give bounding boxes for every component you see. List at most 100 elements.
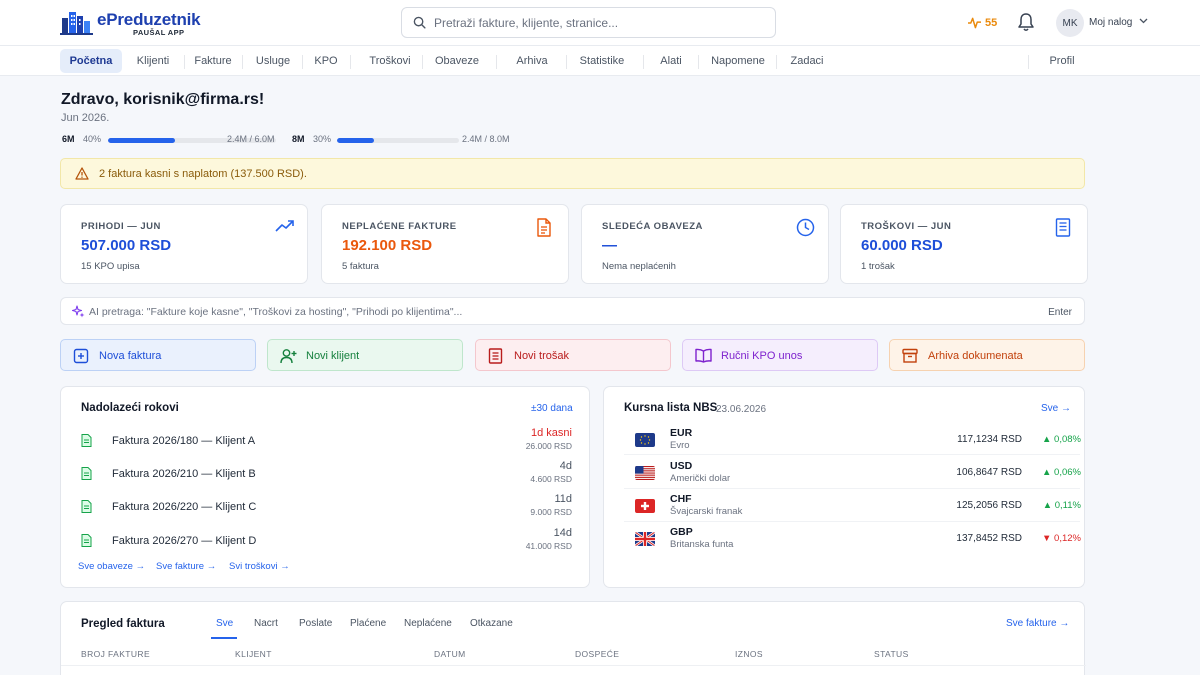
global-search[interactable] xyxy=(401,7,776,38)
ai-search-bar[interactable]: AI pretraga: "Fakture koje kasne", "Troš… xyxy=(60,297,1085,325)
filter-nacrt[interactable]: Nacrt xyxy=(254,618,278,629)
tab-pocetna[interactable]: Početna xyxy=(60,49,122,73)
avatar[interactable]: MK xyxy=(1056,9,1084,37)
pulse-count: 55 xyxy=(985,17,998,29)
deadline-row[interactable]: Faktura 2026/220 — Klijent C 11d 9.000 R… xyxy=(61,493,589,531)
logo-buildings-icon xyxy=(60,12,93,35)
filter-poslate[interactable]: Poslate xyxy=(299,618,332,629)
deadline-label: Faktura 2026/210 — Klijent B xyxy=(112,468,256,480)
limit-6m: 6M 40% 2.4M / 6.0M xyxy=(62,134,292,146)
card-expenses[interactable]: TROŠKOVI — JUN 60.000 RSD 1 trošak xyxy=(840,204,1088,284)
column-header-invoice-number[interactable]: BROJ FAKTURE xyxy=(81,649,150,659)
filter-neplacene[interactable]: Neplaćene xyxy=(404,618,452,629)
deadline-amount: 41.000 RSD xyxy=(525,541,572,551)
limit-progress-fill xyxy=(337,138,374,143)
invoice-document-icon xyxy=(81,500,92,513)
tab-troskovi[interactable]: Troškovi xyxy=(364,49,416,73)
card-title: TROŠKOVI — JUN xyxy=(861,221,952,232)
book-icon xyxy=(695,348,712,363)
add-client-button[interactable]: Novi klijent xyxy=(267,339,463,371)
limit-amount: 2.4M / 6.0M xyxy=(227,134,275,144)
deadline-row[interactable]: Faktura 2026/180 — Klijent A 1d kasni 26… xyxy=(61,427,589,465)
tab-arhiva[interactable]: Arhiva xyxy=(512,49,552,73)
all-rates-link[interactable]: Sve → xyxy=(1041,403,1071,414)
column-header-status[interactable]: STATUS xyxy=(874,649,909,659)
deadline-days: 4d xyxy=(559,460,572,472)
deadline-row[interactable]: Faktura 2026/210 — Klijent B 4d 4.600 RS… xyxy=(61,460,589,498)
column-header-client[interactable]: KLIJENT xyxy=(235,649,272,659)
column-header-amount[interactable]: IZNOS xyxy=(735,649,763,659)
account-menu-label[interactable]: Moj nalog xyxy=(1089,17,1132,28)
currency-rate: 137,8452 RSD xyxy=(956,533,1022,544)
deadline-label: Faktura 2026/270 — Klijent D xyxy=(112,535,257,547)
manual-kpo-button[interactable]: Ručni KPO unos xyxy=(682,339,878,371)
nav-divider xyxy=(496,55,497,69)
card-subtitle: 15 KPO upisa xyxy=(81,261,140,272)
search-input[interactable] xyxy=(434,8,764,37)
action-label: Arhiva dokumenata xyxy=(928,350,1023,362)
notifications-bell-icon[interactable] xyxy=(1017,12,1035,32)
pulse-icon xyxy=(968,17,981,29)
filter-otkazane[interactable]: Otkazane xyxy=(470,618,513,629)
deadlines-range-filter[interactable]: ±30 dana xyxy=(531,403,573,414)
app-logo[interactable]: ePreduzetnik PAUŠAL APP xyxy=(60,8,201,38)
tab-profil[interactable]: Profil xyxy=(1044,49,1080,73)
all-invoices-link[interactable]: Sve fakture → xyxy=(156,561,216,572)
exchange-rates-panel: Kursna lista NBS 23.06.2026 Sve → EUR Ev… xyxy=(603,386,1085,588)
action-label: Novi klijent xyxy=(306,350,360,362)
rate-change: ▲ 0,06% xyxy=(1042,467,1081,478)
brand-subtitle: PAUŠAL APP xyxy=(133,28,185,37)
card-title: PRIHODI — JUN xyxy=(81,221,161,232)
limit-amount: 2.4M / 8.0M xyxy=(462,134,510,144)
column-header-date[interactable]: DATUM xyxy=(434,649,466,659)
activity-pulse[interactable]: 55 xyxy=(968,14,997,32)
tab-statistike[interactable]: Statistike xyxy=(578,49,626,73)
row-divider xyxy=(624,488,1080,489)
document-archive-button[interactable]: Arhiva dokumenata xyxy=(889,339,1085,371)
card-next-obligation[interactable]: SLEDEĆA OBAVEZA — Nema neplaćenih xyxy=(581,204,829,284)
tab-alati[interactable]: Alati xyxy=(656,49,686,73)
page-title: Zdravo, korisnik@firma.rs! xyxy=(61,91,265,108)
tab-fakture[interactable]: Fakture xyxy=(192,49,234,73)
currency-rate: 125,2056 RSD xyxy=(956,500,1022,511)
tab-usluge[interactable]: Usluge xyxy=(252,49,294,73)
ai-search-placeholder: AI pretraga: "Fakture koje kasne", "Troš… xyxy=(89,306,463,318)
chevron-down-icon[interactable] xyxy=(1139,18,1148,24)
deadline-row[interactable]: Faktura 2026/270 — Klijent D 14d 41.000 … xyxy=(61,527,589,565)
tab-napomene[interactable]: Napomene xyxy=(710,49,766,73)
action-label: Novi trošak xyxy=(514,350,570,362)
trending-up-icon xyxy=(275,220,294,232)
panel-title: Nadolazeći rokovi xyxy=(81,402,179,414)
tab-kpo[interactable]: KPO xyxy=(310,49,342,73)
all-invoices-link[interactable]: Sve fakture → xyxy=(1006,618,1069,629)
new-expense-button[interactable]: Novi trošak xyxy=(475,339,671,371)
new-invoice-button[interactable]: Nova faktura xyxy=(60,339,256,371)
card-value: — xyxy=(602,237,617,254)
overdue-alert[interactable]: 2 faktura kasni s naplatom (137.500 RSD)… xyxy=(60,158,1085,189)
archive-icon xyxy=(902,348,918,363)
card-value: 507.000 RSD xyxy=(81,237,172,254)
limit-progress-bar xyxy=(337,138,459,143)
filter-placene[interactable]: Plaćene xyxy=(350,618,386,629)
card-subtitle: 5 faktura xyxy=(342,261,379,272)
tab-obaveze[interactable]: Obaveze xyxy=(432,49,482,73)
currency-name: Švajcarski franak xyxy=(670,506,743,517)
all-expenses-link[interactable]: Svi troškovi → xyxy=(229,561,290,572)
card-income[interactable]: PRIHODI — JUN 507.000 RSD 15 KPO upisa xyxy=(60,204,308,284)
nav-divider xyxy=(643,55,644,69)
action-label: Ručni KPO unos xyxy=(721,350,803,362)
rates-date: 23.06.2026 xyxy=(716,404,767,415)
deadline-label: Faktura 2026/180 — Klijent A xyxy=(112,435,256,447)
filter-sve[interactable]: Sve xyxy=(216,618,233,629)
card-unpaid[interactable]: NEPLAĆENE FAKTURE 192.100 RSD 5 faktura xyxy=(321,204,569,284)
limit-label: 6M xyxy=(62,134,75,144)
eu-flag-icon xyxy=(635,433,655,447)
nav-divider xyxy=(566,55,567,69)
deadline-amount: 26.000 RSD xyxy=(525,441,572,451)
tab-klijenti[interactable]: Klijenti xyxy=(130,49,176,73)
clock-icon xyxy=(796,218,815,237)
all-obligations-link[interactable]: Sve obaveze → xyxy=(78,561,145,572)
tab-zadaci[interactable]: Zadaci xyxy=(788,49,826,73)
column-header-due[interactable]: DOSPEĆE xyxy=(575,649,619,659)
currency-name: Britanska funta xyxy=(670,539,734,550)
